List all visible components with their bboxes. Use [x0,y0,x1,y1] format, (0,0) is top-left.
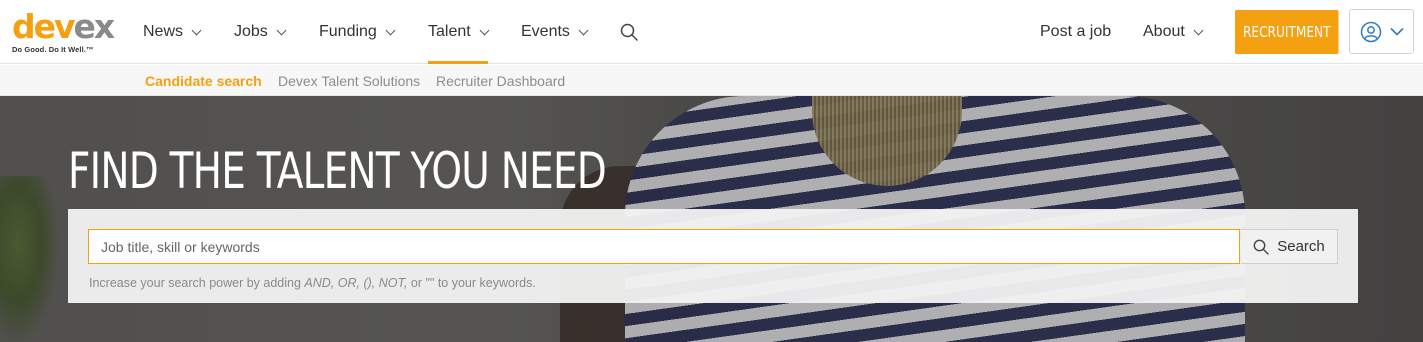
post-job-link[interactable]: Post a job [1040,0,1111,64]
chevron-down-icon [1193,25,1204,35]
nav-news-label: News [143,23,184,40]
candidate-search-panel: Search Increase your search power by add… [68,209,1358,303]
search-button-label: Search [1277,238,1325,255]
chevron-down-icon [385,25,396,35]
nav-about-label: About [1143,23,1185,40]
nav-funding-label: Funding [319,23,377,40]
account-menu-button[interactable] [1349,9,1414,54]
chevron-down-icon [479,25,490,35]
recruitment-button[interactable]: RECRUITMENT [1235,10,1339,54]
nav-funding[interactable]: Funding [319,0,396,64]
logo-wordmark: devex [12,7,115,46]
hint-operators: AND, OR, (), NOT, [304,276,408,290]
nav-events[interactable]: Events [521,0,589,64]
search-icon[interactable] [620,23,638,41]
top-nav: devex Do Good. Do It Well.™ News Jobs Fu… [0,0,1423,64]
chevron-down-icon [191,25,202,35]
post-job-label: Post a job [1040,23,1112,40]
nav-events-label: Events [521,23,570,40]
chevron-down-icon [578,25,589,35]
devex-logo[interactable]: devex Do Good. Do It Well.™ [12,7,115,56]
subnav-recruiter-dashboard[interactable]: Recruiter Dashboard [436,65,565,96]
hint-suffix: to your keywords. [434,276,536,290]
search-hint: Increase your search power by adding AND… [89,276,536,290]
hero-title: FIND THE TALENT YOU NEED [68,142,607,200]
user-circle-icon [1360,21,1381,42]
nav-jobs[interactable]: Jobs [234,0,287,64]
nav-talent[interactable]: Talent [428,0,490,64]
hint-prefix: Increase your search power by adding [89,276,305,290]
chevron-down-icon [276,25,287,35]
hint-middle: or [407,276,426,290]
subnav-candidate-search[interactable]: Candidate search [145,65,262,96]
chevron-down-icon [1389,27,1404,36]
nav-jobs-label: Jobs [234,23,268,40]
search-icon [1253,239,1269,255]
logo-tagline: Do Good. Do It Well.™ [12,45,94,54]
nav-about[interactable]: About [1143,0,1204,64]
talent-subnav: Candidate search Devex Talent Solutions … [0,65,1423,96]
hero-banner: FIND THE TALENT YOU NEED Search Increase… [0,96,1423,342]
subnav-talent-solutions[interactable]: Devex Talent Solutions [278,65,420,96]
nav-talent-label: Talent [428,23,471,40]
candidate-search-input[interactable] [88,229,1240,264]
nav-news[interactable]: News [143,0,202,64]
search-button[interactable]: Search [1241,229,1338,264]
